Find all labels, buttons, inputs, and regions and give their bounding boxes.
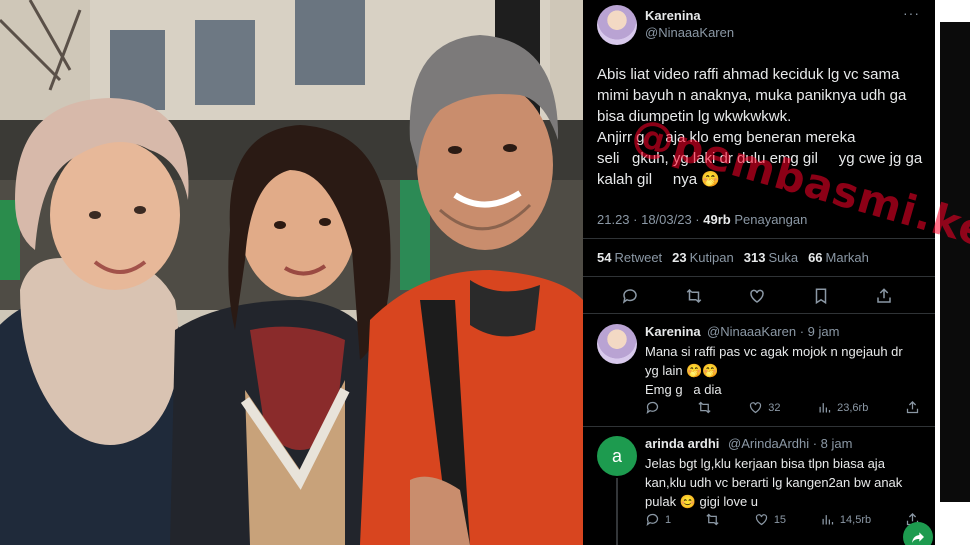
share-icon[interactable] <box>905 400 920 415</box>
share-icon[interactable] <box>875 287 893 305</box>
retweet-icon[interactable] <box>685 287 703 305</box>
tweet-stats: 54 Retweet 23 Kutipan 313 Suka 66 Markah <box>597 250 869 265</box>
views-count: 23,6rb <box>837 401 869 414</box>
divider <box>583 238 935 239</box>
stat-quotes[interactable]: 23 Kutipan <box>672 250 734 265</box>
views-label: Penayangan <box>730 212 808 227</box>
photo-illustration <box>0 0 583 545</box>
reply1-text: Mana si raffi pas vc agak mojok n ngejau… <box>645 344 903 397</box>
tweet-panel: Karenina @NinaaaKaren ··· Abis liat vide… <box>583 0 935 545</box>
more-options-icon[interactable]: ··· <box>903 5 920 21</box>
reply1-actions: 32 23,6rb <box>645 400 920 415</box>
stat-retweets[interactable]: 54 Retweet <box>597 250 662 265</box>
views-chart-icon <box>819 403 831 413</box>
reply-button[interactable]: 1 <box>645 512 671 527</box>
like-button[interactable]: 32 <box>748 400 781 415</box>
reply1-name[interactable]: Karenina <box>645 324 701 339</box>
like-button[interactable]: 15 <box>754 512 786 527</box>
reply1-handle[interactable]: @NinaaaKaren · 9 jam <box>707 324 839 339</box>
views-button[interactable]: 23,6rb <box>817 400 868 415</box>
stat-likes[interactable]: 313 Suka <box>744 250 798 265</box>
reply-icon[interactable] <box>645 400 660 415</box>
next-screenshot-edge <box>940 22 970 502</box>
retweet-icon[interactable] <box>697 400 712 415</box>
reply-icon <box>646 513 659 526</box>
like-icon <box>755 514 767 526</box>
divider <box>583 313 935 314</box>
photo <box>0 0 583 545</box>
divider <box>583 426 935 427</box>
reply2-handle[interactable]: @ArindaArdhi · 8 jam <box>728 436 852 451</box>
main-tweet-actions <box>621 287 893 305</box>
views-chart-icon <box>822 515 834 525</box>
reply-count: 1 <box>665 513 672 526</box>
views-count: 49rb <box>703 212 731 227</box>
tweet-meta: 21.23 · 18/03/23 · 49rb Penayangan <box>597 212 807 227</box>
views-button[interactable]: 14,5rb <box>820 512 871 527</box>
reply2-avatar[interactable]: a <box>597 436 637 476</box>
author-handle[interactable]: @NinaaaKaren <box>645 25 734 40</box>
share-fab-button[interactable] <box>903 522 933 545</box>
like-count: 15 <box>773 513 787 526</box>
author-name[interactable]: Karenina <box>645 8 701 23</box>
reply2-name[interactable]: arinda ardhi <box>645 436 719 451</box>
like-icon <box>750 402 762 414</box>
reply-icon[interactable] <box>621 287 639 305</box>
forward-arrow-icon <box>912 532 924 543</box>
stat-bookmarks[interactable]: 66 Markah <box>808 250 869 265</box>
like-count: 32 <box>768 401 781 414</box>
reply1-avatar[interactable] <box>597 324 637 364</box>
reply2-text: Jelas bgt lg,klu kerjaan bisa tlpn biasa… <box>645 456 903 509</box>
divider <box>583 276 935 277</box>
author-avatar[interactable] <box>597 5 637 45</box>
like-icon[interactable] <box>748 287 766 305</box>
reply2-actions: 1 15 14,5rb <box>645 512 920 527</box>
thread-line <box>616 478 618 545</box>
retweet-icon[interactable] <box>705 512 720 527</box>
views-count: 14,5rb <box>839 513 872 526</box>
bookmark-icon[interactable] <box>812 287 830 305</box>
tweet-timestamp[interactable]: 21.23 · 18/03/23 · <box>597 212 703 227</box>
